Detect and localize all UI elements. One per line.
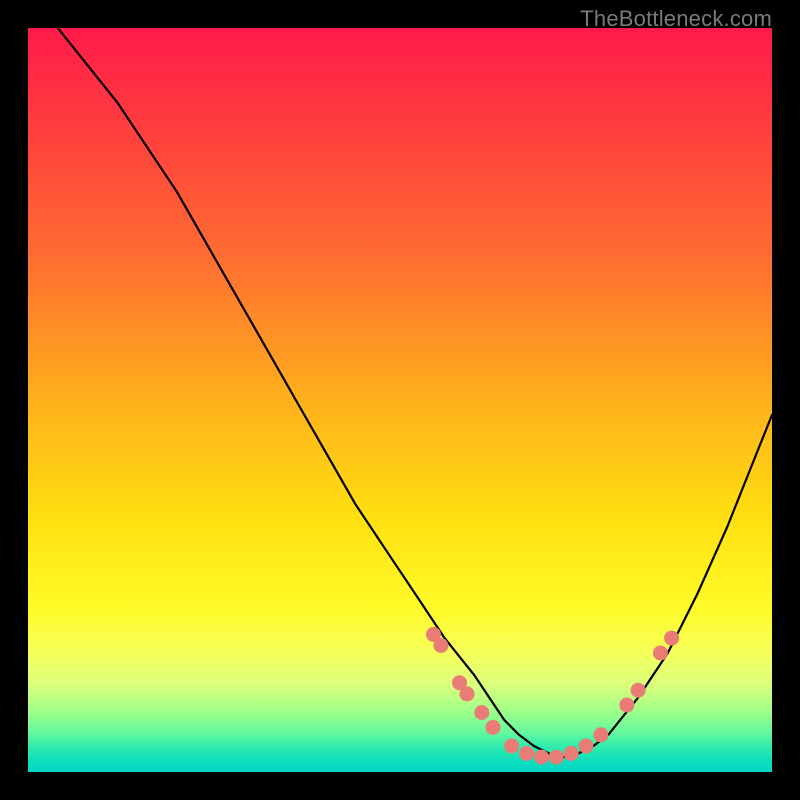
data-point-p10 [549, 750, 564, 765]
data-point-p5 [474, 705, 489, 720]
data-point-p4 [460, 686, 475, 701]
data-point-p2 [433, 638, 448, 653]
chart-frame [28, 28, 772, 772]
chart-svg [28, 28, 772, 772]
data-points-group [426, 627, 679, 765]
data-point-p14 [619, 698, 634, 713]
data-point-p9 [534, 750, 549, 765]
data-point-p11 [564, 746, 579, 761]
attribution-text: TheBottleneck.com [580, 6, 772, 32]
data-point-p13 [593, 727, 608, 742]
data-point-p8 [519, 746, 534, 761]
data-point-p7 [504, 739, 519, 754]
data-point-p12 [579, 739, 594, 754]
data-point-p17 [664, 631, 679, 646]
data-point-p15 [631, 683, 646, 698]
data-point-p16 [653, 646, 668, 661]
data-point-p6 [486, 720, 501, 735]
